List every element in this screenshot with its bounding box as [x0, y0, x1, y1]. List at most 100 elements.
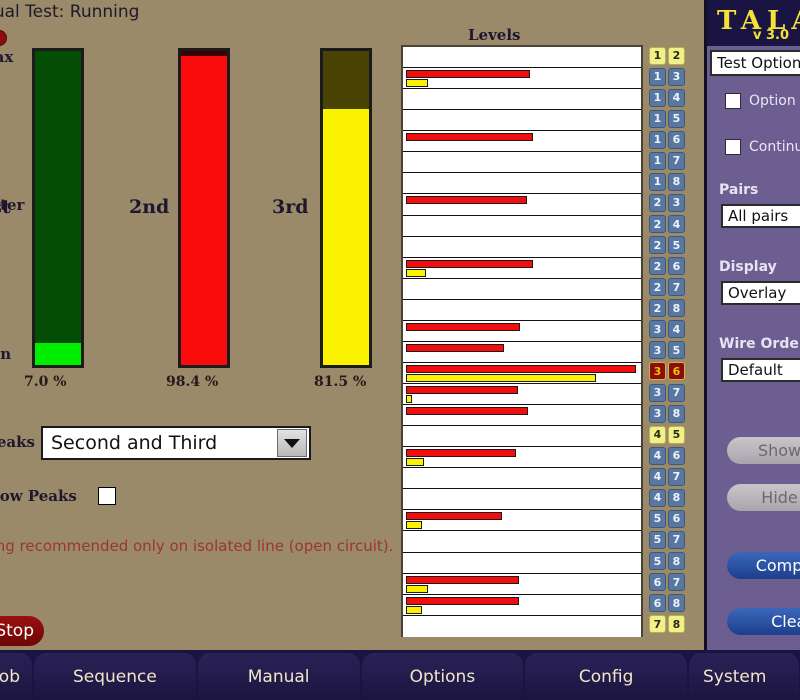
pair-badge[interactable]: 4: [649, 425, 666, 444]
stop-button[interactable]: Stop: [0, 616, 44, 646]
pair-badge[interactable]: 1: [649, 46, 666, 65]
show-peaks-checkbox[interactable]: [98, 487, 116, 505]
pair-badge-row[interactable]: 68: [646, 593, 688, 614]
pair-badge[interactable]: 1: [649, 88, 666, 107]
levels-row[interactable]: [403, 173, 641, 195]
pair-badge-row[interactable]: 56: [646, 508, 688, 529]
pair-badge-row[interactable]: 17: [646, 150, 688, 171]
levels-row[interactable]: [403, 215, 641, 237]
pair-badge[interactable]: 2: [668, 46, 685, 65]
pair-badge[interactable]: 6: [668, 130, 685, 149]
pair-badge-row[interactable]: 25: [646, 235, 688, 256]
levels-row[interactable]: [403, 341, 641, 363]
compare-button[interactable]: Compare: [727, 552, 800, 579]
pair-badge[interactable]: 4: [668, 88, 685, 107]
checkbox-row-option-lock[interactable]: Option Lock: [725, 93, 800, 109]
pair-badge-row[interactable]: 35: [646, 340, 688, 361]
pair-badge-row[interactable]: 34: [646, 319, 688, 340]
pair-badge[interactable]: 3: [649, 320, 666, 339]
pair-badge[interactable]: 6: [668, 446, 685, 465]
pair-badge[interactable]: 1: [649, 172, 666, 191]
pair-badge[interactable]: 3: [649, 341, 666, 360]
pair-badge[interactable]: 2: [649, 299, 666, 318]
pair-badge[interactable]: 6: [668, 362, 685, 381]
levels-row[interactable]: [403, 278, 641, 300]
levels-row[interactable]: [403, 299, 641, 321]
pair-badge-row[interactable]: 27: [646, 277, 688, 298]
pair-badge[interactable]: 7: [668, 278, 685, 297]
pair-badge[interactable]: 3: [649, 404, 666, 423]
pair-badge[interactable]: 6: [649, 594, 666, 613]
pair-badge-row[interactable]: 47: [646, 466, 688, 487]
pair-badge[interactable]: 7: [668, 467, 685, 486]
nav-button-system[interactable]: System: [689, 653, 799, 700]
levels-row[interactable]: [403, 131, 641, 153]
chevron-down-icon[interactable]: [277, 429, 307, 457]
pair-badge-row[interactable]: 14: [646, 87, 688, 108]
pair-badge-row[interactable]: 67: [646, 572, 688, 593]
pair-badge[interactable]: 8: [668, 172, 685, 191]
levels-row[interactable]: [403, 236, 641, 258]
clear-button[interactable]: Clear: [727, 608, 800, 635]
pair-badge[interactable]: 5: [649, 509, 666, 528]
nav-button-options[interactable]: Options: [361, 653, 524, 700]
levels-row[interactable]: [403, 573, 641, 595]
levels-row[interactable]: [403, 384, 641, 406]
pair-badge[interactable]: 7: [668, 151, 685, 170]
pair-badge[interactable]: 1: [649, 67, 666, 86]
show-all-button[interactable]: Show All: [727, 437, 800, 464]
pair-badge[interactable]: 1: [649, 109, 666, 128]
levels-row[interactable]: [403, 362, 641, 384]
pair-badge[interactable]: 5: [668, 109, 685, 128]
pair-badge-row[interactable]: 28: [646, 298, 688, 319]
pair-badge[interactable]: 4: [649, 467, 666, 486]
pair-badge-row[interactable]: 37: [646, 382, 688, 403]
pair-badge-row[interactable]: 23: [646, 192, 688, 213]
pair-badge[interactable]: 5: [649, 552, 666, 571]
levels-row[interactable]: [403, 510, 641, 532]
pair-badge[interactable]: 3: [668, 193, 685, 212]
pair-badge-row[interactable]: 78: [646, 614, 688, 635]
pair-badge-row[interactable]: 36: [646, 361, 688, 382]
levels-row[interactable]: [403, 468, 641, 490]
nav-button-manual[interactable]: Manual: [197, 653, 360, 700]
pair-badge-row[interactable]: 57: [646, 529, 688, 550]
pair-badge-row[interactable]: 18: [646, 171, 688, 192]
pair-badge-row[interactable]: 13: [646, 66, 688, 87]
levels-row[interactable]: [403, 531, 641, 553]
pair-badge[interactable]: 8: [668, 615, 685, 634]
levels-row[interactable]: [403, 615, 641, 637]
pair-badge-row[interactable]: 16: [646, 129, 688, 150]
pair-badge[interactable]: 2: [649, 215, 666, 234]
pair-badge[interactable]: 7: [668, 383, 685, 402]
pair-badge[interactable]: 3: [649, 383, 666, 402]
pair-badge[interactable]: 2: [649, 278, 666, 297]
levels-row[interactable]: [403, 194, 641, 216]
pair-badge[interactable]: 4: [649, 446, 666, 465]
pair-badge[interactable]: 8: [668, 594, 685, 613]
pair-badge[interactable]: 6: [668, 509, 685, 528]
pair-badge[interactable]: 1: [649, 130, 666, 149]
pair-badge[interactable]: 8: [668, 488, 685, 507]
levels-row[interactable]: [403, 68, 641, 90]
pair-badge[interactable]: 4: [668, 215, 685, 234]
pair-badge[interactable]: 2: [649, 193, 666, 212]
pairs-select[interactable]: All pairs: [721, 204, 800, 228]
pair-badge[interactable]: 7: [668, 573, 685, 592]
pair-badge[interactable]: 8: [668, 404, 685, 423]
levels-row[interactable]: [403, 405, 641, 427]
pair-badge-row[interactable]: 45: [646, 424, 688, 445]
hide-all-button[interactable]: Hide All: [727, 484, 800, 511]
pair-badge[interactable]: 6: [649, 573, 666, 592]
levels-row[interactable]: [403, 110, 641, 132]
nav-button-config[interactable]: Config: [525, 653, 687, 700]
pair-badge[interactable]: 5: [668, 341, 685, 360]
levels-row[interactable]: [403, 89, 641, 111]
option-lock-checkbox[interactable]: [725, 93, 741, 109]
pair-badge[interactable]: 5: [668, 236, 685, 255]
pair-badge[interactable]: 2: [649, 236, 666, 255]
levels-row[interactable]: [403, 152, 641, 174]
pair-badge-row[interactable]: 12: [646, 45, 688, 66]
pair-badge-row[interactable]: 26: [646, 256, 688, 277]
levels-row[interactable]: [403, 320, 641, 342]
